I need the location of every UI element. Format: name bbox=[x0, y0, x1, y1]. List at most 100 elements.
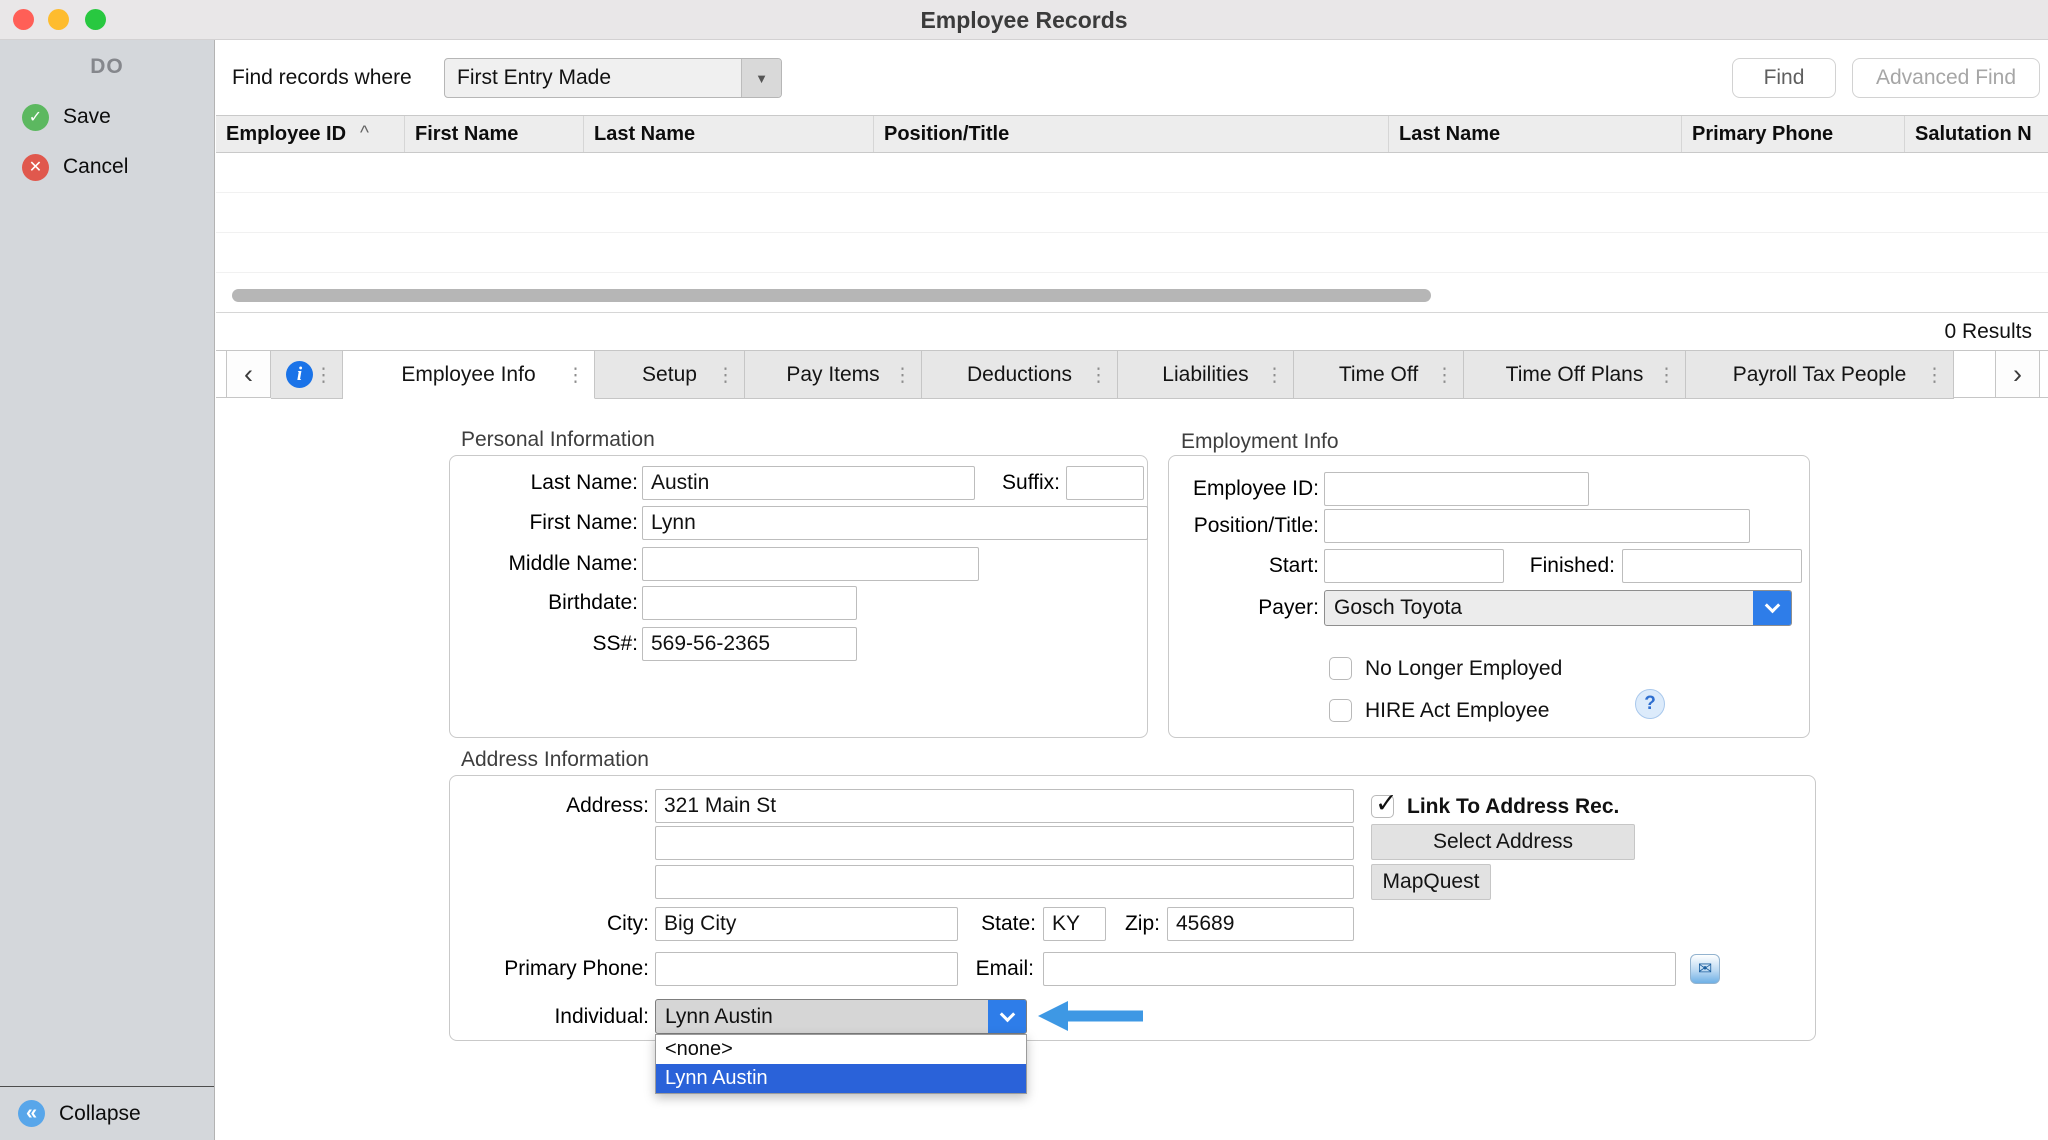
select-address-button[interactable]: Select Address bbox=[1371, 824, 1635, 860]
address-line3-field[interactable] bbox=[655, 865, 1354, 899]
column-label: Last Name bbox=[1399, 123, 1500, 146]
hire-act-employee-label: HIRE Act Employee bbox=[1365, 698, 1549, 723]
tab-setup[interactable]: Setup ⋮ bbox=[595, 351, 745, 399]
city-field[interactable]: Big City bbox=[655, 907, 958, 941]
zip-field[interactable]: 45689 bbox=[1167, 907, 1354, 941]
find-button[interactable]: Find bbox=[1732, 58, 1836, 98]
last-name-field[interactable]: Austin bbox=[642, 466, 975, 500]
hire-act-employee-checkbox[interactable] bbox=[1329, 699, 1352, 722]
primary-phone-field[interactable] bbox=[655, 952, 958, 986]
help-glyph: ? bbox=[1644, 693, 1656, 715]
tab-payroll-tax-people[interactable]: Payroll Tax People ⋮ bbox=[1686, 351, 1954, 399]
tab-label: Liabilities bbox=[1162, 363, 1248, 387]
sort-ascending-icon: ^ bbox=[360, 123, 369, 145]
tab-time-off[interactable]: Time Off ⋮ bbox=[1294, 351, 1464, 399]
column-label: First Name bbox=[415, 123, 518, 146]
x-circle-icon: ✕ bbox=[22, 154, 49, 181]
save-button[interactable]: ✓ Save bbox=[0, 92, 214, 142]
tab-pay-items[interactable]: Pay Items ⋮ bbox=[745, 351, 922, 399]
tab-menu-icon[interactable]: ⋮ bbox=[1089, 364, 1108, 387]
tab-liabilities[interactable]: Liabilities ⋮ bbox=[1118, 351, 1294, 399]
cancel-label: Cancel bbox=[63, 155, 128, 179]
column-header-first-name[interactable]: First Name bbox=[405, 116, 584, 152]
first-name-label: First Name: bbox=[450, 506, 638, 540]
tab-deductions[interactable]: Deductions ⋮ bbox=[922, 351, 1118, 399]
mapquest-button[interactable]: MapQuest bbox=[1371, 864, 1491, 900]
dropdown-option-lynn-austin[interactable]: Lynn Austin bbox=[656, 1064, 1026, 1093]
first-name-field[interactable]: Lynn bbox=[642, 506, 1148, 540]
tab-menu-icon[interactable]: ⋮ bbox=[1265, 364, 1284, 387]
employment-info-title: Employment Info bbox=[1181, 430, 1339, 454]
column-header-employee-id[interactable]: Employee ID ^ bbox=[216, 116, 405, 152]
info-glyph: i bbox=[297, 364, 302, 386]
link-to-address-checkbox[interactable]: ✓ bbox=[1371, 795, 1394, 818]
column-label: Employee ID bbox=[226, 123, 346, 146]
individual-dropdown[interactable]: Lynn Austin bbox=[655, 999, 1027, 1034]
birthdate-label: Birthdate: bbox=[450, 586, 638, 620]
column-header-last-name-2[interactable]: Last Name bbox=[1389, 116, 1682, 152]
dropdown-arrow-box: ▼ bbox=[741, 59, 781, 97]
chevron-down-icon bbox=[999, 1006, 1015, 1022]
tab-label: Pay Items bbox=[786, 363, 879, 387]
tab-menu-icon[interactable]: ⋮ bbox=[566, 364, 585, 387]
middle-name-field[interactable] bbox=[642, 547, 979, 581]
email-icon[interactable]: ✉ bbox=[1690, 954, 1720, 984]
tab-scroll-left-button[interactable]: ‹ bbox=[226, 351, 271, 398]
tab-record-info[interactable]: i ⋮ bbox=[271, 351, 343, 399]
collapse-button[interactable]: « Collapse bbox=[0, 1086, 214, 1140]
middle-name-label: Middle Name: bbox=[450, 547, 638, 581]
scrollbar-thumb[interactable] bbox=[232, 289, 1431, 302]
tab-menu-icon[interactable]: ⋮ bbox=[716, 364, 735, 387]
column-header-primary-phone[interactable]: Primary Phone bbox=[1682, 116, 1905, 152]
column-header-salutation[interactable]: Salutation N bbox=[1905, 116, 2048, 152]
individual-dropdown-button[interactable] bbox=[988, 1000, 1026, 1033]
no-longer-employed-checkbox[interactable] bbox=[1329, 657, 1352, 680]
advanced-find-button[interactable]: Advanced Find bbox=[1852, 58, 2040, 98]
column-label: Salutation N bbox=[1915, 123, 2032, 146]
tab-label: Payroll Tax People bbox=[1733, 363, 1907, 387]
payer-dropdown[interactable]: Gosch Toyota bbox=[1324, 590, 1792, 626]
tab-menu-icon[interactable]: ⋮ bbox=[893, 364, 912, 387]
payer-value: Gosch Toyota bbox=[1325, 591, 1753, 625]
collapse-label: Collapse bbox=[59, 1102, 141, 1126]
window-title: Employee Records bbox=[0, 0, 2048, 40]
employee-id-field[interactable] bbox=[1324, 472, 1589, 506]
tab-menu-icon[interactable]: ⋮ bbox=[314, 364, 333, 387]
individual-value: Lynn Austin bbox=[656, 1000, 988, 1033]
payer-dropdown-button[interactable] bbox=[1753, 591, 1791, 625]
chevron-left-icon: ‹ bbox=[244, 359, 253, 390]
address-line2-field[interactable] bbox=[655, 826, 1354, 860]
info-icon: i bbox=[286, 361, 313, 388]
cancel-button[interactable]: ✕ Cancel bbox=[0, 142, 214, 192]
address-line1-field[interactable]: 321 Main St bbox=[655, 789, 1354, 823]
email-label: Email: bbox=[950, 952, 1034, 986]
chevron-down-icon: ▼ bbox=[755, 71, 768, 86]
employment-info-box: Employee ID: Position/Title: Start: Fini… bbox=[1168, 455, 1810, 738]
tab-scroll-right-button[interactable]: › bbox=[1995, 351, 2040, 398]
position-title-field[interactable] bbox=[1324, 509, 1750, 543]
help-icon[interactable]: ? bbox=[1635, 689, 1665, 719]
column-header-position-title[interactable]: Position/Title bbox=[874, 116, 1389, 152]
suffix-field[interactable] bbox=[1066, 466, 1144, 500]
tab-menu-icon[interactable]: ⋮ bbox=[1657, 364, 1676, 387]
column-label: Last Name bbox=[594, 123, 695, 146]
individual-label: Individual: bbox=[450, 999, 649, 1034]
finished-field[interactable] bbox=[1622, 549, 1802, 583]
last-name-label: Last Name: bbox=[450, 466, 638, 500]
tab-employee-info[interactable]: Employee Info ⋮ bbox=[343, 351, 595, 399]
ssn-field[interactable]: 569-56-2365 bbox=[642, 627, 857, 661]
find-criteria-value: First Entry Made bbox=[445, 59, 741, 97]
find-criteria-dropdown[interactable]: First Entry Made ▼ bbox=[444, 58, 782, 98]
zip-label: Zip: bbox=[1090, 907, 1160, 941]
tab-menu-icon[interactable]: ⋮ bbox=[1925, 364, 1944, 387]
tab-label: Setup bbox=[642, 363, 697, 387]
tab-menu-icon[interactable]: ⋮ bbox=[1435, 364, 1454, 387]
birthdate-field[interactable] bbox=[642, 586, 857, 620]
tab-time-off-plans[interactable]: Time Off Plans ⋮ bbox=[1464, 351, 1686, 399]
dropdown-option-none[interactable]: <none> bbox=[656, 1035, 1026, 1064]
annotation-arrow-icon bbox=[1038, 1001, 1143, 1031]
column-header-last-name[interactable]: Last Name bbox=[584, 116, 874, 152]
email-field[interactable] bbox=[1043, 952, 1676, 986]
employee-info-panel: Personal Information Last Name: Austin S… bbox=[216, 398, 2048, 1140]
start-field[interactable] bbox=[1324, 549, 1504, 583]
